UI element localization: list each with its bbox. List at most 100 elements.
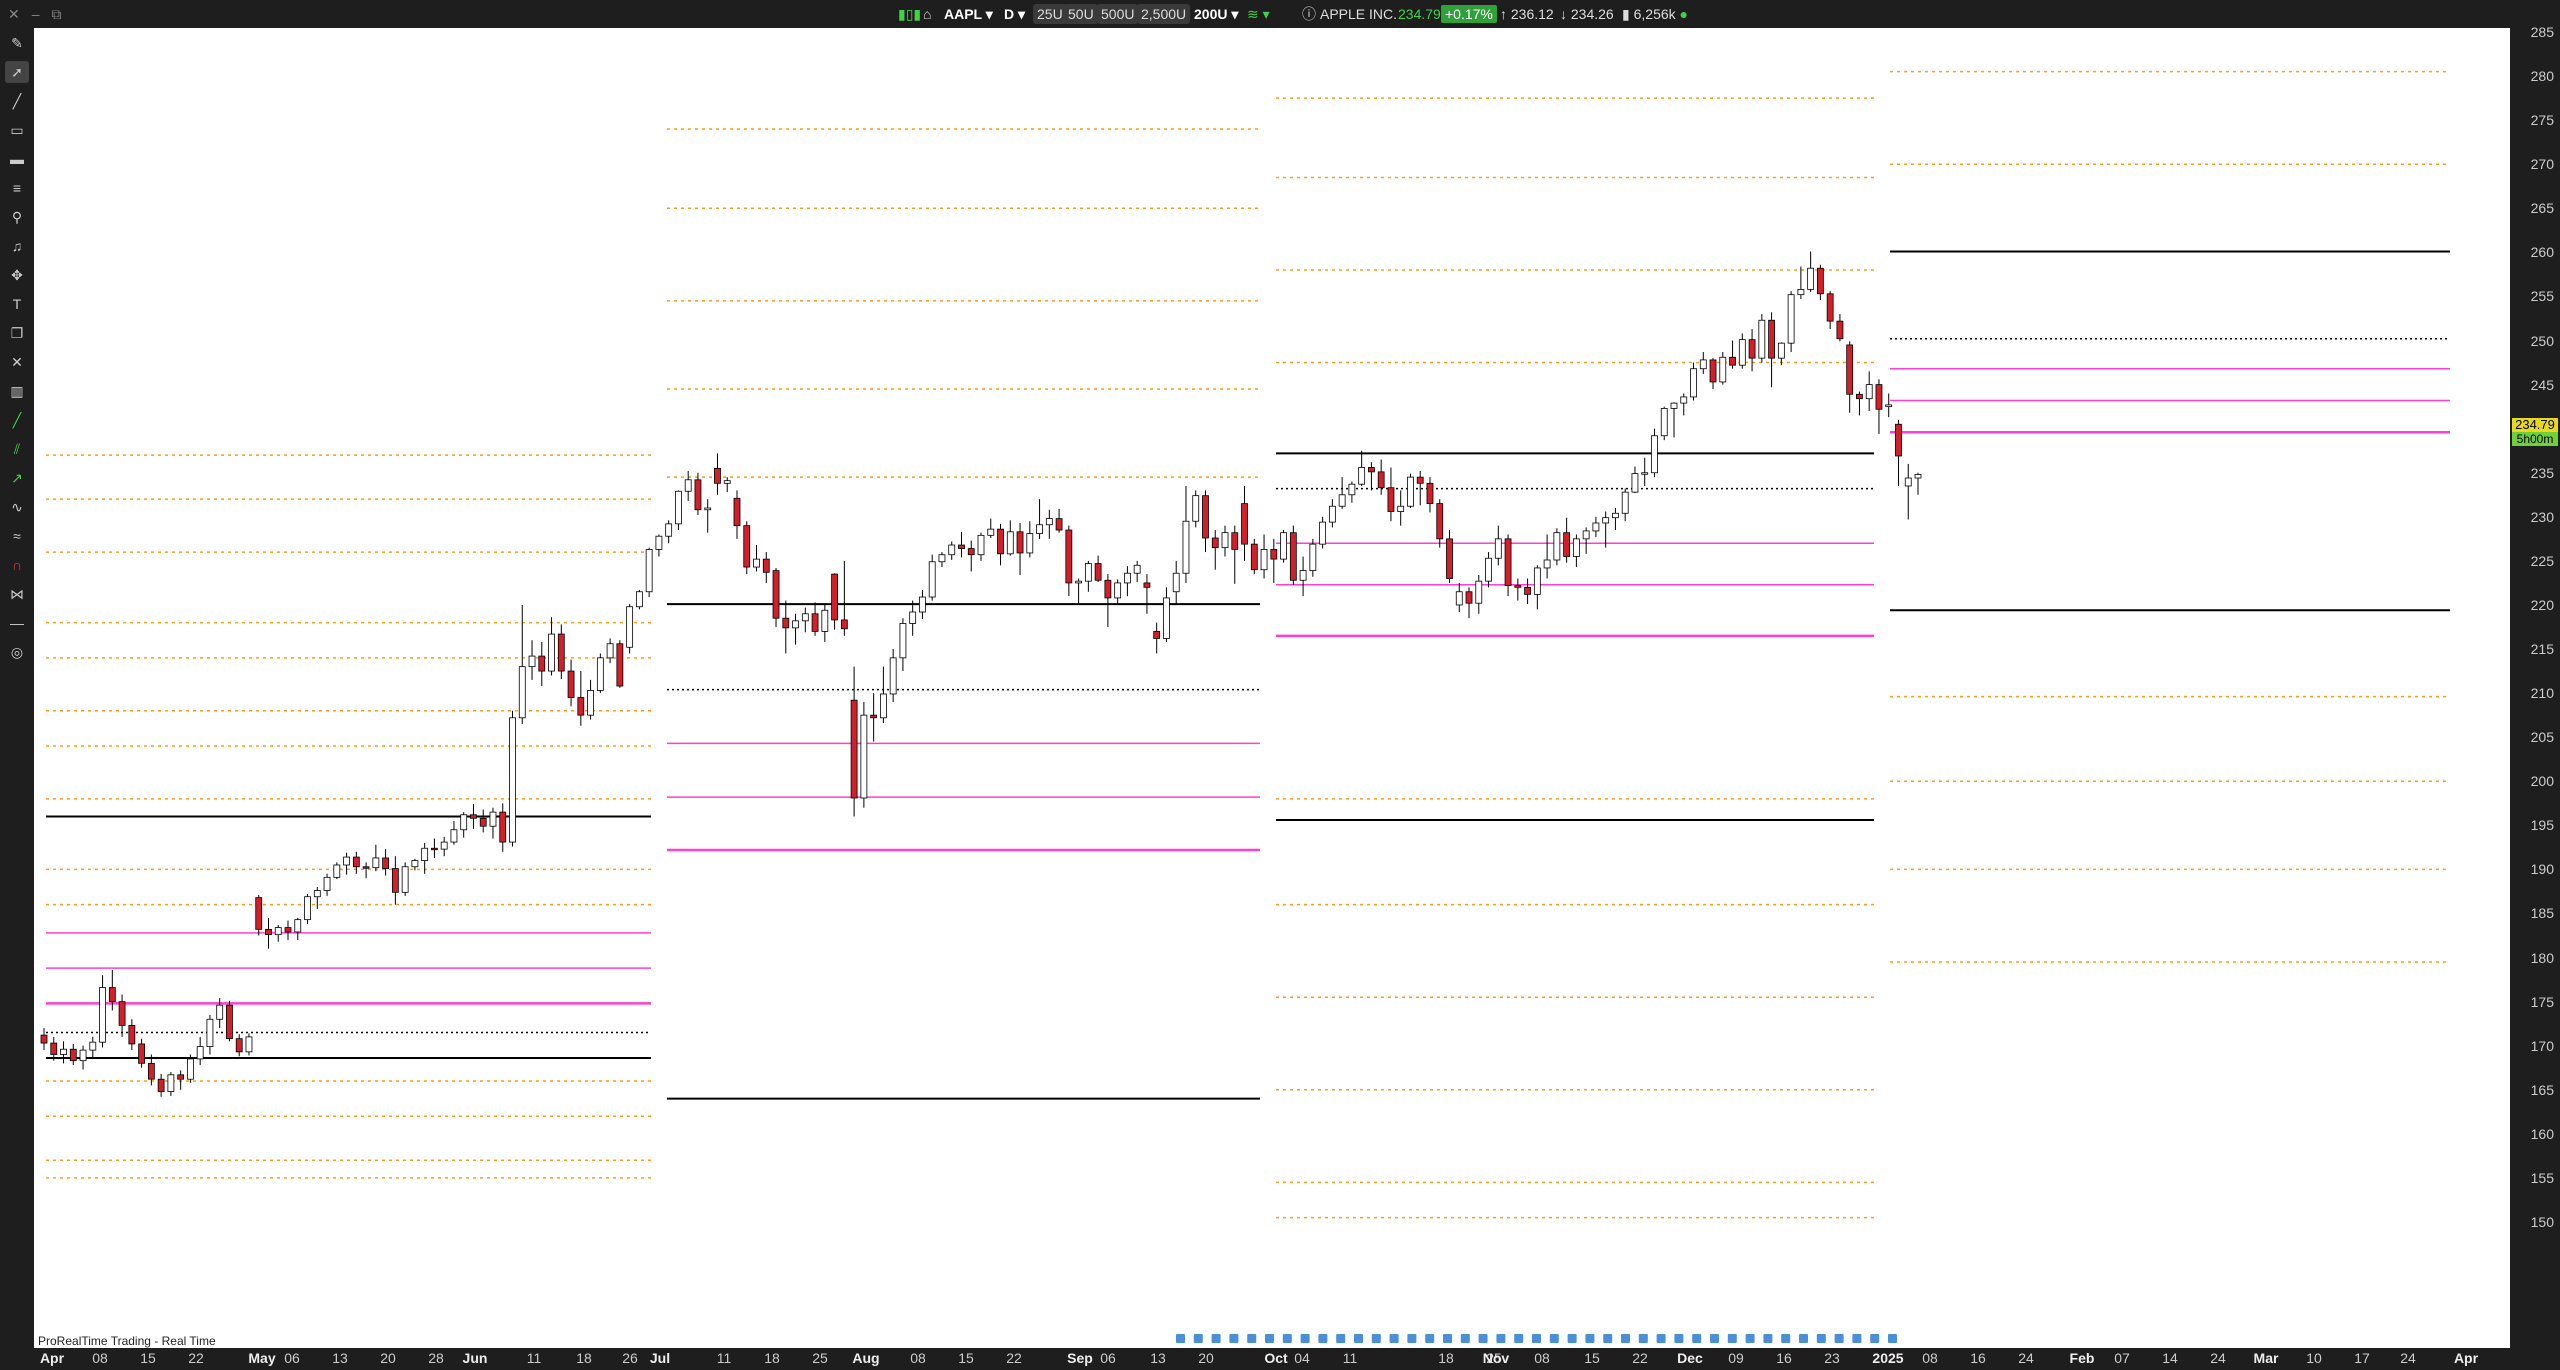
candle-body: [1836, 320, 1844, 340]
left-toolbar: ✎ ➚ ╱ ▭ ▬ ≡ ⚲ ♫ ✥ T ❐ ✕ ▥ ╱ ⫽ ↗ ∿ ≈ ∩ ⋈ — ◎: [0, 28, 34, 1370]
text-icon[interactable]: T: [5, 293, 29, 315]
magnet-icon[interactable]: ∩: [5, 554, 29, 576]
candle-body: [1904, 477, 1912, 487]
candle-body: [870, 714, 878, 719]
candle-body: [1026, 533, 1034, 554]
date-tick-label: 20: [380, 1350, 396, 1366]
event-marker-icon: [1692, 1334, 1702, 1343]
candle-body: [304, 896, 311, 921]
candle-body: [977, 534, 985, 556]
price-tick-label: 170: [2530, 1037, 2554, 1054]
candle-body: [1114, 582, 1122, 599]
candle-body: [1543, 559, 1551, 569]
units-select[interactable]: 200U ▾: [1190, 0, 1242, 28]
candle-body: [440, 841, 448, 850]
candle-body: [538, 655, 546, 672]
minus-icon[interactable]: —: [5, 612, 29, 634]
candle-body: [675, 490, 682, 525]
tools-icon[interactable]: ✕: [5, 351, 29, 373]
candle-body: [470, 814, 477, 819]
date-tick-label: 11: [716, 1350, 732, 1366]
candle-body: [997, 528, 1004, 555]
candle-body: [1572, 538, 1580, 557]
units-25-button[interactable]: 25U: [1033, 4, 1067, 24]
candle-body: [1309, 543, 1317, 571]
line-icon[interactable]: ╱: [5, 90, 29, 112]
arrow-icon[interactable]: ↗: [5, 467, 29, 489]
candle-body: [294, 919, 302, 933]
candle-body: [1865, 384, 1873, 400]
candle-body: [1875, 384, 1883, 410]
date-tick-label: 24: [2400, 1350, 2416, 1366]
pencil-icon[interactable]: ✎: [5, 32, 29, 54]
volume-icon: ▮: [1622, 6, 1630, 22]
date-tick-label: Sep: [1067, 1350, 1093, 1366]
price-chart[interactable]: [34, 28, 2510, 1370]
ruler-icon[interactable]: ▭: [5, 119, 29, 141]
copy-icon[interactable]: ❐: [5, 322, 29, 344]
price-axis[interactable]: 150 155 160 165 170 175 180 185 190 195 200 205 210 2…: [2510, 24, 2560, 1370]
date-tick-label: 13: [332, 1350, 348, 1366]
price-tick-label: 155: [2530, 1169, 2554, 1186]
minimize-icon[interactable]: –: [32, 0, 40, 28]
candle-body: [1748, 339, 1756, 359]
price-tick-label: 180: [2530, 949, 2554, 966]
zoom-icon[interactable]: ⚲: [5, 206, 29, 228]
close-icon[interactable]: ✕: [8, 0, 20, 28]
event-marker-icon: [1745, 1334, 1755, 1343]
event-marker-icon: [1656, 1334, 1666, 1343]
candle-body: [762, 558, 770, 573]
indicator-icon[interactable]: ≋ ▾: [1247, 0, 1270, 28]
units-2500-button[interactable]: 2,500U: [1137, 4, 1191, 24]
price-tick-label: 250: [2530, 332, 2554, 349]
date-tick-label: 11: [526, 1350, 542, 1366]
indicator-icon[interactable]: ∿: [5, 496, 29, 518]
alert-icon[interactable]: ♫: [5, 235, 29, 257]
lock-icon[interactable]: ⌂: [923, 0, 931, 28]
candle-body: [1006, 531, 1014, 555]
date-tick-label: 18: [764, 1350, 780, 1366]
candle-body: [1465, 591, 1473, 604]
candle-body: [206, 1018, 214, 1047]
candle-body: [177, 1074, 185, 1080]
cursor-icon[interactable]: ➚: [5, 61, 29, 83]
candle-body: [1582, 530, 1590, 540]
measure-icon[interactable]: ▬: [5, 148, 29, 170]
units-500-button[interactable]: 500U: [1097, 4, 1139, 24]
candle-body: [1612, 512, 1619, 519]
units-50-button[interactable]: 50U: [1064, 4, 1098, 24]
maximize-icon[interactable]: ⧉: [52, 0, 62, 28]
event-marker-icon: [1870, 1334, 1880, 1343]
color-wheel-icon[interactable]: ◎: [5, 641, 29, 663]
channel-icon[interactable]: ⫽: [5, 438, 29, 460]
date-tick-label: 25: [812, 1350, 828, 1366]
move-icon[interactable]: ✥: [5, 264, 29, 286]
candle-body: [1807, 267, 1815, 290]
chart-type-icon[interactable]: ▮▯▮: [898, 0, 921, 28]
fibonacci-icon[interactable]: ≡: [5, 177, 29, 199]
candle-body: [811, 613, 819, 632]
pattern-icon[interactable]: ⋈: [5, 583, 29, 605]
trendline-icon[interactable]: ╱: [5, 409, 29, 431]
event-marker-icon: [1460, 1334, 1470, 1343]
candle-body: [1055, 518, 1063, 531]
candle-body: [1602, 517, 1610, 524]
period-select[interactable]: D ▾: [1000, 0, 1029, 28]
event-marker-icon: [1710, 1334, 1719, 1343]
trash-icon[interactable]: ▥: [5, 380, 29, 402]
countdown-badge: 5h00m: [2512, 432, 2558, 446]
candle-body: [226, 1004, 233, 1040]
candle-body: [577, 697, 585, 716]
window-controls: ✕ – ⧉: [8, 0, 74, 28]
candle-body: [528, 655, 536, 668]
candle-body: [138, 1043, 146, 1064]
symbol-select[interactable]: AAPL ▾: [940, 0, 997, 28]
candle-body: [489, 811, 497, 827]
candle-body: [840, 619, 848, 630]
info-icon[interactable]: ⓘ: [1302, 0, 1316, 28]
candle-body: [108, 987, 116, 1003]
date-axis[interactable]: Apr 08 15 22 May 06 13 20 28 Jun 11 18 26 Jul 11 18 25 Au…: [34, 1348, 2510, 1370]
candle-body: [694, 479, 702, 511]
candle-body: [1016, 531, 1024, 554]
wave-icon[interactable]: ≈: [5, 525, 29, 547]
